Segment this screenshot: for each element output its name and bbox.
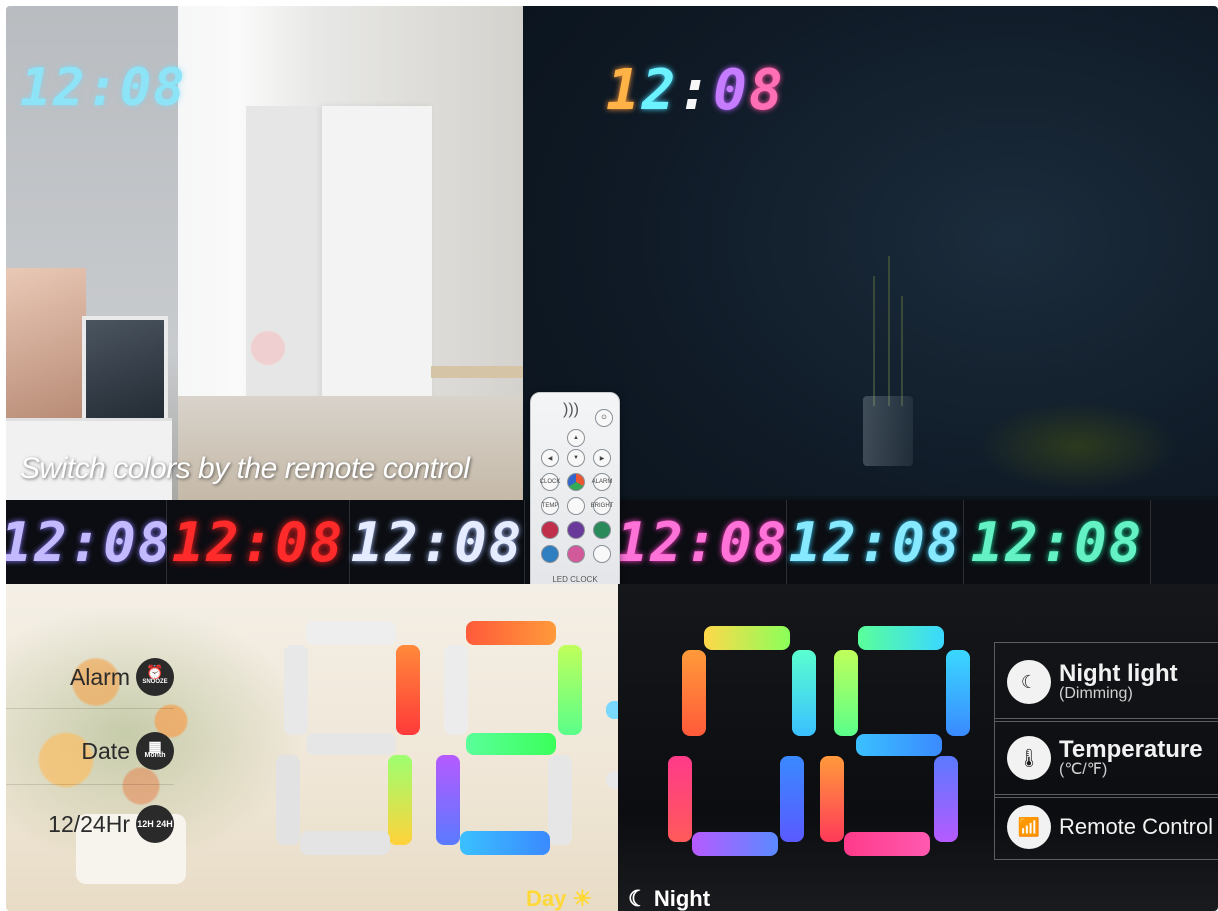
feature-date: Date ▦ Month xyxy=(6,718,174,785)
night-label: ☾ Night xyxy=(628,886,711,911)
green-button xyxy=(593,521,611,539)
color-sample: 12:08 xyxy=(964,500,1151,584)
wall-picture xyxy=(82,316,168,426)
color-sample: 12:08 xyxy=(615,500,789,584)
power-button: ⏻ xyxy=(595,409,613,427)
color-sample: 12:08 xyxy=(6,500,170,584)
clock-button: CLOCK xyxy=(540,473,560,491)
clock-display-top-right: 12:08 xyxy=(606,58,785,123)
clock-sample-text: 12:08 xyxy=(788,510,962,574)
hour-format-icon: 12H 24H xyxy=(136,805,174,843)
blank-button xyxy=(567,497,585,515)
temp-button: TEMP xyxy=(541,497,559,515)
color-sample: 12:08 xyxy=(167,500,350,584)
remote-icon: 📶 xyxy=(1007,805,1051,849)
plant xyxy=(978,401,1178,491)
big-clock-right-rainbow xyxy=(668,626,988,856)
clock-sample-text: 12:08 xyxy=(6,510,173,574)
color-sample: 12:08 xyxy=(787,500,964,584)
up-button: ▲ xyxy=(567,429,585,447)
door xyxy=(322,106,432,436)
big-clock-left-white xyxy=(276,621,624,861)
alarm-button: ALARM xyxy=(592,473,612,491)
red-button xyxy=(541,521,559,539)
alarm-icon: ⏰ SNOOZE xyxy=(136,658,174,696)
clock-sample-text: 12:08 xyxy=(171,510,345,574)
feature-temperature: 🌡 Temperature (℃/℉) xyxy=(994,718,1218,798)
day-label: Day ☀ xyxy=(526,886,593,911)
moon-icon: ☾ xyxy=(628,886,648,911)
pink-button xyxy=(567,545,585,563)
remote-label: LED CLOCK xyxy=(552,575,598,584)
night-light-icon: ☾ xyxy=(1007,660,1051,704)
glass-vase xyxy=(863,396,913,466)
thermometer-icon: 🌡 xyxy=(1007,736,1051,780)
user-button xyxy=(593,545,611,563)
feature-night-light: ☾ Night light (Dimming) xyxy=(994,642,1218,722)
clock-sample-text: 12:08 xyxy=(970,510,1144,574)
room-scene: 12:08 xyxy=(6,6,523,503)
bright-button: BRIGHT xyxy=(591,497,613,515)
clock-sample-text: 12:08 xyxy=(615,510,789,574)
feature-remote-control: 📶 Remote Control xyxy=(994,794,1218,860)
sun-icon: ☀ xyxy=(572,886,593,911)
blue-button xyxy=(541,545,559,563)
caption-text: Switch colors by the remote control xyxy=(20,452,470,485)
clock-display-top-left: 12:08 xyxy=(20,58,187,118)
table xyxy=(431,366,523,378)
color-sample: 12:08 xyxy=(350,500,525,584)
product-image: 12:08 12:08 Switch colors by the remote … xyxy=(6,6,1218,911)
down-button: ▼ xyxy=(567,449,585,467)
signal-icon: ))) xyxy=(563,401,579,418)
clock-sample-text: 12:08 xyxy=(350,510,524,574)
calendar-icon: ▦ Month xyxy=(136,732,174,770)
feature-alarm: Alarm ⏰ SNOOZE xyxy=(6,646,174,709)
wall-picture xyxy=(6,268,86,418)
purple-button xyxy=(567,521,585,539)
right-button: ▶ xyxy=(593,449,611,467)
color-wheel-button xyxy=(567,473,585,491)
left-button: ◀ xyxy=(541,449,559,467)
feature-hour-format: 12/24Hr 12H 24H xyxy=(6,792,174,856)
remote-control: ))) ⏻ ▲ ◀ ▼ ▶ CLOCK ALARM TEMP BRIGHT LE… xyxy=(530,392,620,594)
